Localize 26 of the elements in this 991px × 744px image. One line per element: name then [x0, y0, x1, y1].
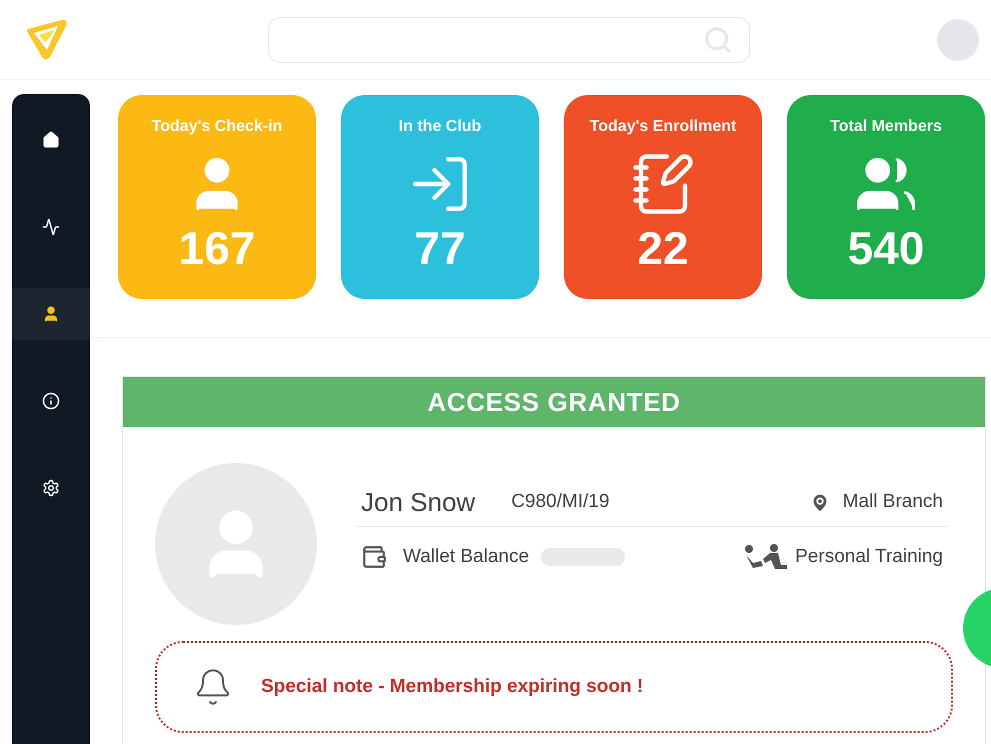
stat-value: 540 — [848, 225, 924, 271]
wallet-label: Wallet Balance — [403, 545, 530, 569]
info-icon — [42, 392, 60, 410]
avatar[interactable] — [937, 18, 979, 60]
stat-value: 22 — [637, 225, 689, 271]
activity-icon — [42, 218, 60, 236]
stat-title: Today's Enrollment — [590, 117, 736, 137]
branch-name: Mall Branch — [842, 490, 943, 514]
stat-value: 167 — [178, 225, 256, 271]
stat-value: 77 — [414, 225, 466, 271]
status-text: ACCESS GRANTED — [427, 386, 681, 418]
plan-name: Personal Training — [795, 545, 943, 569]
wallet-icon — [361, 544, 387, 570]
workout-icon — [743, 543, 788, 572]
member-name: Jon Snow — [361, 486, 476, 519]
search-field[interactable] — [268, 16, 750, 62]
sidebar-item[interactable] — [12, 288, 90, 340]
stat-title: Total Members — [830, 117, 942, 137]
home-icon — [42, 131, 60, 149]
stat-title: Today's Check-in — [152, 117, 282, 137]
member-id: C980/MI/19 — [511, 490, 610, 514]
user-icon — [42, 305, 60, 323]
settings-icon — [42, 479, 60, 497]
stat-title: In the Club — [398, 117, 482, 137]
search-icon[interactable] — [703, 24, 733, 54]
note-text: Special note - Membership expiring soon ! — [261, 674, 644, 699]
